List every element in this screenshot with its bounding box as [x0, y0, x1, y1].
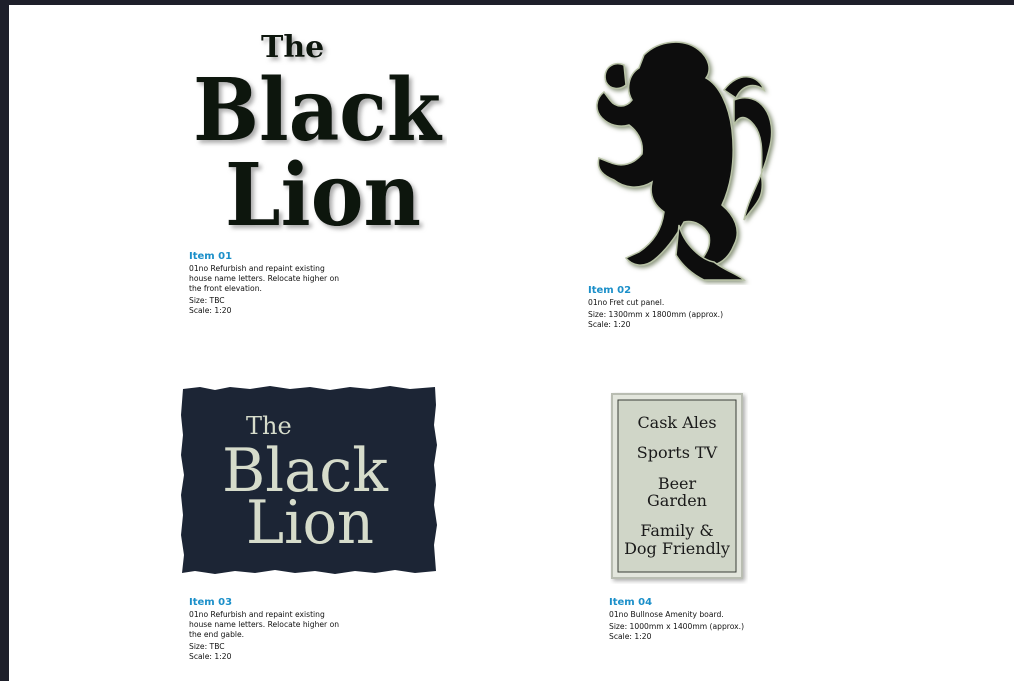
item-description: 01no Bullnose Amenity board.	[609, 610, 724, 619]
board-line-dog-friendly: Dog Friendly	[624, 539, 730, 558]
item-description: 01no Refurbish and repaint existing hous…	[189, 264, 340, 293]
item-04-caption: Item 04 01no Bullnose Amenity board. Siz…	[609, 597, 829, 641]
amenity-board: Cask Ales Sports TV Beer Garden Family &…	[611, 393, 743, 579]
item-title: Item 03	[189, 597, 233, 608]
item-scale: Scale: 1:20	[609, 631, 652, 641]
black-lion-lettering-logo: The Black Lion	[193, 30, 443, 235]
drawing-sheet: The Black Lion Item 01 01no Refurbish an…	[9, 5, 1014, 681]
item-size: Size: TBC	[189, 296, 225, 305]
item-title: Item 02	[588, 285, 632, 296]
item-description: 01no Refurbish and repaint existing hous…	[189, 610, 340, 639]
item-size: Size: 1300mm x 1800mm (approx.)	[588, 310, 724, 319]
board-line-garden: Garden	[647, 491, 707, 510]
panel-lion: Lion	[246, 488, 374, 558]
logo-lion: Lion	[225, 145, 421, 235]
black-lion-painted-panel: The Black Lion	[181, 386, 437, 574]
item-description: 01no Fret cut panel.	[588, 298, 665, 307]
rampant-lion-icon	[596, 41, 773, 281]
item-size: Size: TBC	[189, 642, 225, 651]
item-scale: Scale: 1:20	[189, 651, 232, 661]
item-02-caption: Item 02 01no Fret cut panel. Size: 1300m…	[588, 285, 808, 329]
item-scale: Scale: 1:20	[189, 305, 232, 315]
item-title: Item 01	[189, 251, 233, 262]
board-line-family: Family &	[640, 521, 713, 540]
board-line-sports-tv: Sports TV	[637, 443, 718, 462]
item-scale: Scale: 1:20	[588, 319, 631, 329]
item-size: Size: 1000mm x 1400mm (approx.)	[609, 622, 745, 631]
board-line-cask-ales: Cask Ales	[637, 413, 716, 432]
item-03-caption: Item 03 01no Refurbish and repaint exist…	[189, 597, 389, 661]
item-title: Item 04	[609, 597, 653, 608]
item-01-caption: Item 01 01no Refurbish and repaint exist…	[189, 251, 389, 315]
